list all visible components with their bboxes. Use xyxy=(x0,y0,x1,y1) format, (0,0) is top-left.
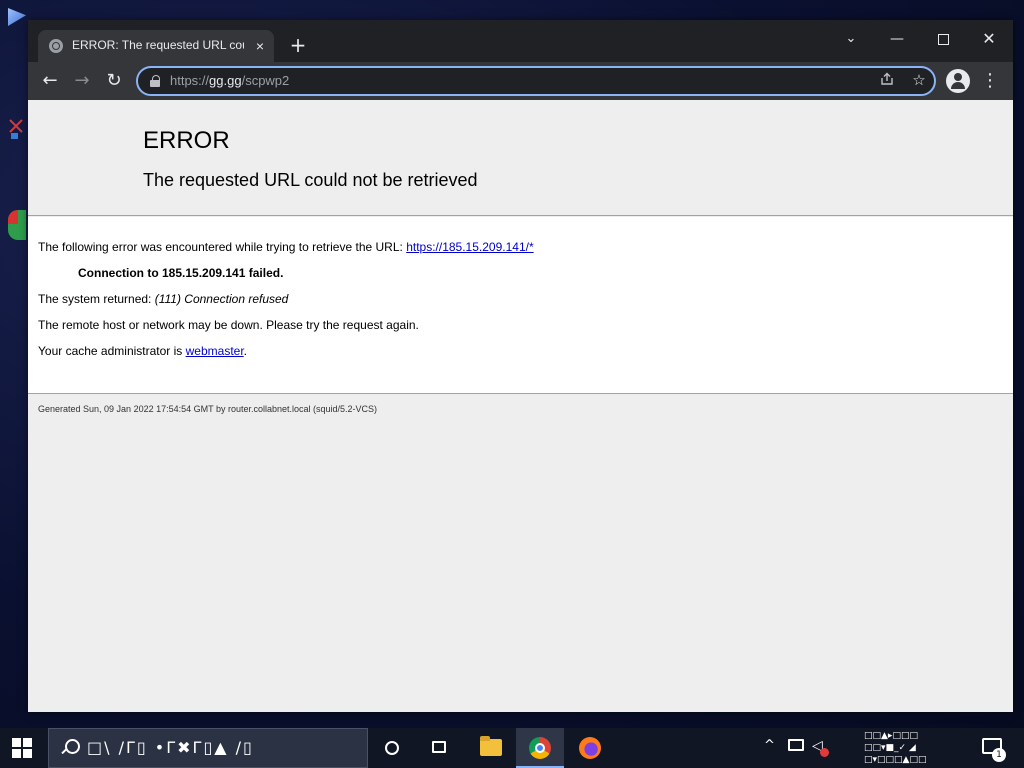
show-hidden-icons-chevron-icon[interactable]: ^ xyxy=(764,738,775,753)
lock-icon[interactable] xyxy=(150,75,160,87)
volume-muted-badge-icon xyxy=(820,748,829,757)
search-icon xyxy=(61,739,80,757)
error-url-prefix: The following error was encountered whil… xyxy=(38,240,407,254)
browser-menu-icon[interactable]: ⋮ xyxy=(978,68,1002,94)
error-url-line: The following error was encountered whil… xyxy=(38,240,534,254)
generated-footer: Generated Sun, 09 Jan 2022 17:54:54 GMT … xyxy=(38,404,378,414)
error-url-link[interactable]: https://185.15.209.141/* xyxy=(406,240,533,254)
system-returned-prefix: The system returned: xyxy=(38,292,155,306)
page-subtitle: The requested URL could not be retrieved xyxy=(143,170,478,190)
tab-error[interactable]: ERROR: The requested URL could not be re… xyxy=(38,30,274,62)
profile-avatar-icon[interactable] xyxy=(946,69,970,93)
minimize-button[interactable]: — xyxy=(874,24,920,54)
firefox-taskbar-icon[interactable] xyxy=(566,728,614,768)
task-view-icon[interactable] xyxy=(416,728,464,768)
url-text[interactable]: https://gg.gg/scpwp2 xyxy=(170,73,289,88)
cache-admin-line: Your cache administrator is webmaster. xyxy=(38,344,247,358)
desktop-shortcut-icon[interactable] xyxy=(8,8,26,26)
search-placeholder-text: □\ /Γ▯ •Γ✖Γ▯▲ /▯ xyxy=(87,738,254,757)
notification-count-badge: 1 xyxy=(992,748,1006,762)
cache-admin-prefix: Your cache administrator is xyxy=(38,344,186,358)
error-body: The following error was encountered whil… xyxy=(28,217,1013,394)
tab-title: ERROR: The requested URL could not be re… xyxy=(72,38,244,52)
webmaster-link[interactable]: webmaster xyxy=(186,344,244,358)
tab-search-chevron-icon[interactable]: ⌄ xyxy=(828,24,874,54)
url-scheme: https:// xyxy=(170,73,210,88)
clock-line: □▾□□□▲□□ xyxy=(864,755,927,765)
system-error-code: (111) Connection refused xyxy=(154,292,289,306)
desktop-shortcut-icon[interactable] xyxy=(8,118,24,140)
retry-hint-text: The remote host or network may be down. … xyxy=(38,318,419,332)
tab-close-icon[interactable]: × xyxy=(250,36,270,56)
bookmark-star-icon[interactable]: ☆ xyxy=(910,71,928,89)
taskbar-search-box[interactable]: □\ /Γ▯ •Γ✖Γ▯▲ /▯ xyxy=(48,728,368,768)
maximize-icon xyxy=(937,34,949,45)
address-bar[interactable]: https://gg.gg/scpwp2 ☆ xyxy=(136,66,936,96)
tray-clock[interactable]: □□▲▸□□□ □□▾■_✓ ◢ □▾□□□▲□□ xyxy=(864,730,964,766)
page-content: ERROR The requested URL could not be ret… xyxy=(28,100,1013,712)
globe-icon xyxy=(49,39,63,53)
system-tray: ^ ◁ □□▲▸□□□ □□▾■_✓ ◢ □▾□□□▲□□ 1 xyxy=(760,728,1024,768)
error-header: ERROR The requested URL could not be ret… xyxy=(28,100,1013,216)
clock-line: □□▾■_✓ ◢ xyxy=(864,743,916,753)
connection-failed-text: Connection to 185.15.209.141 failed. xyxy=(78,266,284,280)
windows-start-icon[interactable] xyxy=(12,738,32,758)
reload-button[interactable]: ↻ xyxy=(101,68,127,94)
cache-admin-suffix: . xyxy=(243,344,248,358)
url-path: /scpwp2 xyxy=(241,73,290,88)
maximize-button[interactable] xyxy=(920,24,966,54)
close-window-button[interactable]: ✕ xyxy=(966,24,1012,54)
system-returned-line: The system returned: (111) Connection re… xyxy=(38,292,288,306)
chrome-logo-icon xyxy=(529,737,551,759)
back-button[interactable]: ← xyxy=(37,68,63,94)
clock-line: □□▲▸□□□ xyxy=(864,731,918,741)
file-explorer-icon[interactable] xyxy=(466,728,514,768)
title-bar: ERROR: The requested URL could not be re… xyxy=(28,20,1013,62)
desktop-shortcut-icon[interactable] xyxy=(8,210,26,240)
cortana-icon[interactable] xyxy=(368,728,416,768)
firefox-logo-icon xyxy=(579,737,601,759)
network-icon[interactable] xyxy=(788,739,804,751)
page-title: ERROR xyxy=(143,127,230,154)
share-icon[interactable] xyxy=(878,72,896,90)
taskbar: □\ /Γ▯ •Γ✖Γ▯▲ /▯ ^ ◁ □□▲▸□□□ □□▾■_✓ ◢ □▾… xyxy=(0,728,1024,768)
forward-button[interactable]: → xyxy=(69,68,95,94)
browser-toolbar: ← → ↻ https://gg.gg/scpwp2 ☆ ⋮ xyxy=(28,62,1013,100)
url-host: gg.gg xyxy=(209,73,242,88)
chrome-taskbar-icon[interactable] xyxy=(516,728,564,768)
new-tab-button[interactable]: + xyxy=(286,34,310,58)
browser-window: ERROR: The requested URL could not be re… xyxy=(28,20,1013,712)
desktop-icons-strip xyxy=(0,0,28,728)
